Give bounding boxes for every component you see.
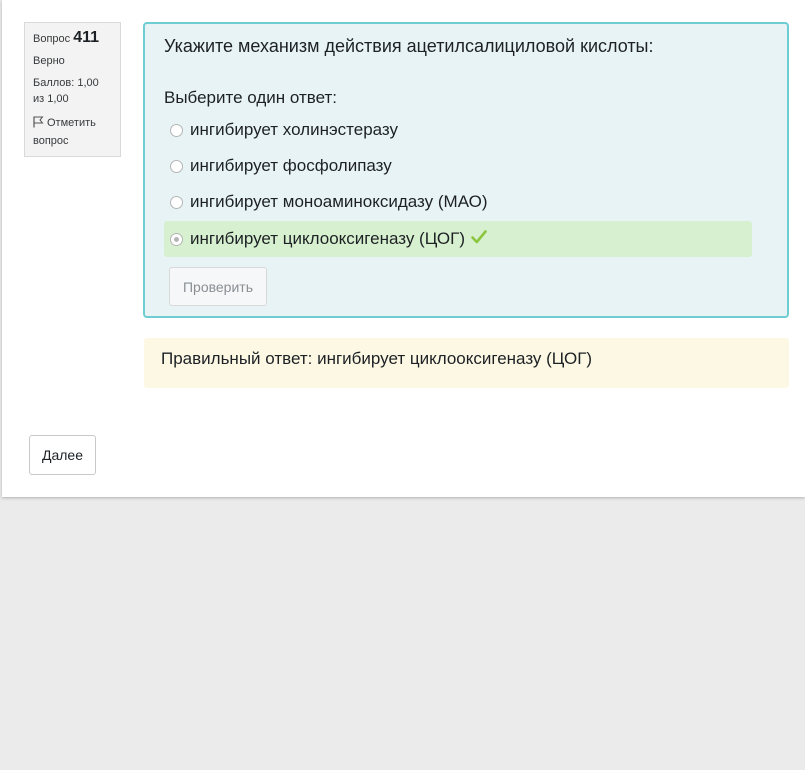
answer-option-label: ингибирует моноаминоксидазу (МАО)	[190, 192, 488, 211]
question-content: Укажите механизм действия ацетилсалицило…	[143, 22, 789, 318]
question-number-value: 411	[73, 29, 100, 46]
correct-answer-feedback: Правильный ответ: ингибирует циклооксиге…	[144, 338, 789, 388]
answer-option-1[interactable]: ингибирует холинэстеразу	[164, 112, 752, 148]
answer-option-label: ингибирует фосфолипазу	[190, 156, 392, 175]
answer-option-label: ингибирует циклооксигеназу (ЦОГ)	[190, 229, 466, 248]
flag-question-link[interactable]: Отметить вопрос	[33, 115, 112, 149]
answer-prompt: Выберите один ответ:	[164, 88, 337, 107]
radio-button[interactable]	[170, 123, 183, 137]
question-number-label: Вопрос	[33, 33, 71, 45]
question-number: Вопрос 411	[33, 30, 112, 47]
radio-button[interactable]	[170, 159, 183, 173]
radio-button[interactable]	[170, 195, 183, 209]
question-text: Укажите механизм действия ацетилсалицило…	[164, 36, 654, 56]
answer-option-label: ингибирует холинэстеразу	[190, 120, 399, 139]
question-status: Верно	[33, 55, 65, 67]
check-button[interactable]: Проверить	[169, 267, 267, 306]
next-button[interactable]: Далее	[29, 435, 96, 475]
answer-option-2[interactable]: ингибирует фосфолипазу	[164, 148, 752, 184]
question-grade: Баллов: 1,00 из 1,00	[33, 77, 99, 105]
question-page: Вопрос 411 Верно Баллов: 1,00 из 1,00 От…	[2, 0, 805, 497]
checkmark-icon	[471, 229, 487, 249]
answer-option-3[interactable]: ингибирует моноаминоксидазу (МАО)	[164, 184, 752, 220]
answer-option-4[interactable]: ингибирует циклооксигеназу (ЦОГ)	[164, 221, 752, 257]
flag-icon	[33, 116, 44, 133]
radio-button-selected[interactable]	[170, 232, 183, 246]
question-info-panel: Вопрос 411 Верно Баллов: 1,00 из 1,00 От…	[24, 22, 121, 157]
